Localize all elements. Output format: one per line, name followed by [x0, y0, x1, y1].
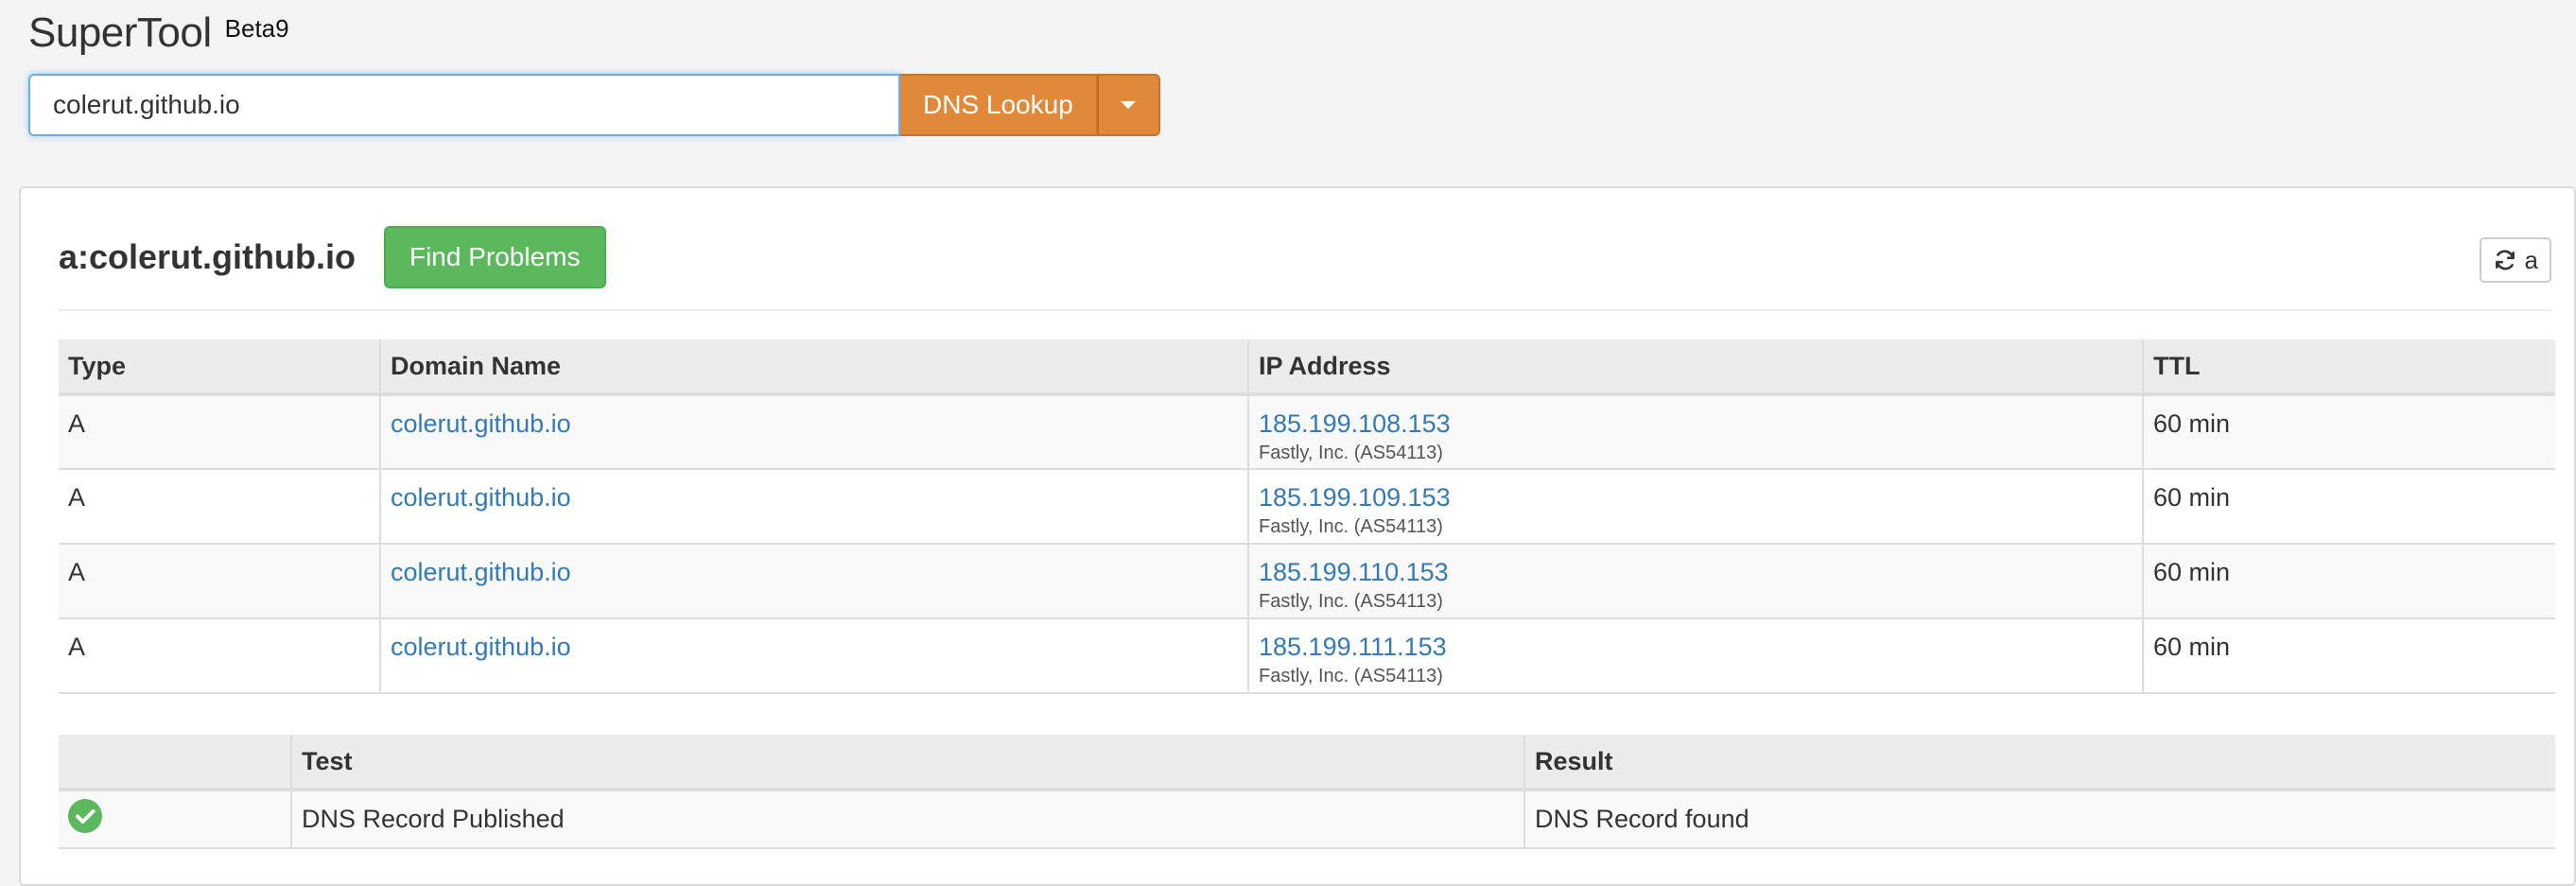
- test-name: DNS Record Published: [290, 790, 1524, 849]
- column-header-domain: Domain Name: [379, 339, 1248, 396]
- test-result: DNS Record found: [1523, 790, 2555, 849]
- beta-badge: Beta9: [224, 14, 289, 43]
- asn-label: Fastly, Inc. (AS54113): [1259, 516, 1443, 537]
- refresh-icon: [2495, 250, 2515, 270]
- dns-records-table: Type Domain Name IP Address TTL A coleru…: [59, 339, 2555, 694]
- table-header-row: Type Domain Name IP Address TTL: [59, 339, 2555, 396]
- find-problems-button[interactable]: Find Problems: [383, 226, 606, 288]
- brand: SuperTool Beta9: [28, 9, 289, 57]
- brand-name[interactable]: SuperTool: [28, 9, 212, 57]
- ttl-value: 60 min: [2142, 394, 2555, 470]
- column-header-ttl: TTL: [2142, 339, 2555, 396]
- ttl-value: 60 min: [2142, 469, 2555, 545]
- ip-link[interactable]: 185.199.108.153: [1259, 409, 1451, 438]
- table-row: DNS Record Published DNS Record found: [59, 790, 2555, 849]
- table-row: A colerut.github.io 185.199.110.153 Fastl…: [59, 544, 2555, 619]
- record-type: A: [59, 469, 380, 545]
- domain-link[interactable]: colerut.github.io: [391, 633, 571, 661]
- asn-label: Fastly, Inc. (AS54113): [1259, 591, 1443, 612]
- table-row: A colerut.github.io 185.199.111.153 Fastl…: [59, 618, 2555, 694]
- domain-link[interactable]: colerut.github.io: [391, 558, 571, 586]
- table-row: A colerut.github.io 185.199.109.153 Fastl…: [59, 469, 2555, 545]
- record-type: A: [59, 618, 380, 694]
- dns-lookup-button[interactable]: DNS Lookup: [900, 74, 1098, 136]
- check-circle-icon: [68, 799, 102, 833]
- lookup-dropdown-button[interactable]: [1097, 74, 1160, 136]
- panel-title: a:colerut.github.io: [59, 237, 356, 276]
- ip-link[interactable]: 185.199.110.153: [1259, 558, 1449, 586]
- record-type: A: [59, 394, 380, 470]
- search-input[interactable]: [28, 74, 900, 136]
- ip-link[interactable]: 185.199.111.153: [1259, 633, 1447, 661]
- test-results-table: Test Result DNS Record Published DNS Rec…: [59, 735, 2555, 849]
- table-row: A colerut.github.io 185.199.108.153 Fastl…: [59, 394, 2555, 470]
- header: SuperTool Beta9 DNS Lookup: [0, 0, 2576, 157]
- column-header-result: Result: [1523, 735, 2555, 791]
- divider: [59, 309, 2551, 311]
- ip-link[interactable]: 185.199.109.153: [1259, 483, 1451, 512]
- chevron-down-icon: [1121, 101, 1137, 109]
- table-header-row: Test Result: [59, 735, 2555, 791]
- asn-label: Fastly, Inc. (AS54113): [1259, 666, 1443, 686]
- panel-heading: a:colerut.github.io Find Problems: [59, 226, 606, 288]
- column-header-test: Test: [290, 735, 1524, 791]
- ttl-value: 60 min: [2142, 544, 2555, 619]
- ttl-value: 60 min: [2142, 618, 2555, 694]
- refresh-label: a: [2524, 245, 2538, 274]
- refresh-button[interactable]: a: [2479, 237, 2551, 283]
- domain-link[interactable]: colerut.github.io: [391, 409, 571, 438]
- record-type: A: [59, 544, 380, 619]
- column-header-type: Type: [59, 339, 380, 396]
- domain-link[interactable]: colerut.github.io: [391, 483, 571, 512]
- search-group: DNS Lookup: [28, 74, 1160, 136]
- asn-label: Fastly, Inc. (AS54113): [1259, 443, 1443, 463]
- column-header-ip: IP Address: [1247, 339, 2143, 396]
- results-panel: a:colerut.github.io Find Problems a Type…: [19, 186, 2576, 886]
- column-header-status: [59, 735, 291, 791]
